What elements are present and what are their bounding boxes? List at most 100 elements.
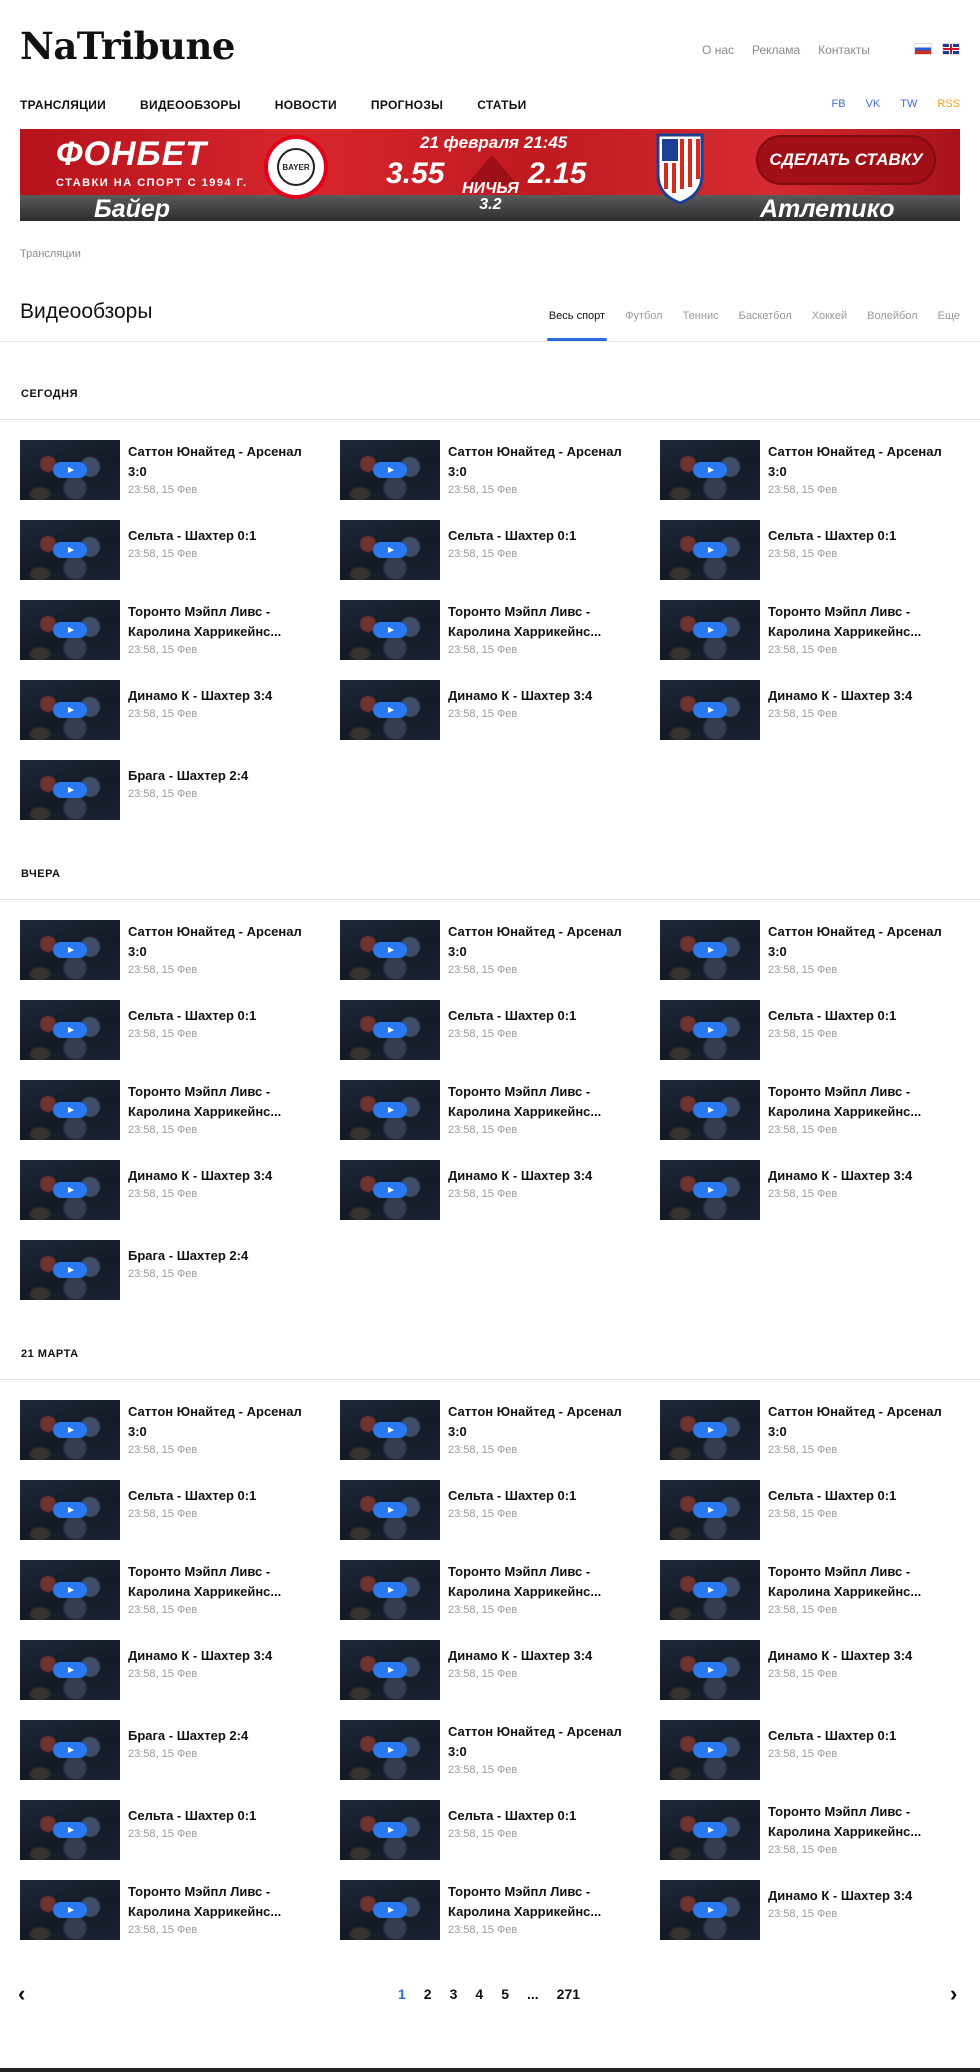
rss-link[interactable]: RSS [937,98,960,110]
play-icon[interactable] [53,702,87,718]
video-item[interactable]: Динамо К - Шахтер 3:4 23:58, 15 Фев [340,1160,640,1220]
chevron-left-icon[interactable]: ‹ [18,1983,25,2005]
play-icon[interactable] [53,1262,87,1278]
ru-flag-icon[interactable] [914,43,932,55]
video-thumbnail[interactable] [20,760,120,820]
uk-flag-icon[interactable] [942,43,960,55]
video-item[interactable]: Саттон Юнайтед - Арсенал 3:0 23:58, 15 Фе… [340,440,640,500]
video-item[interactable]: Торонто Мэйпл Ливс - Каролина Харрикейнс… [20,600,320,660]
video-thumbnail[interactable] [20,1480,120,1540]
video-title[interactable]: Динамо К - Шахтер 3:4 [768,1646,958,1666]
play-icon[interactable] [53,1502,87,1518]
play-icon[interactable] [53,622,87,638]
video-item[interactable]: Саттон Юнайтед - Арсенал 3:0 23:58, 15 Фе… [20,440,320,500]
play-icon[interactable] [373,1582,407,1598]
video-thumbnail[interactable] [660,1080,760,1140]
video-title[interactable]: Саттон Юнайтед - Арсенал 3:0 [128,922,318,962]
page-link[interactable]: 3 [450,1986,458,2002]
video-item[interactable]: Саттон Юнайтед - Арсенал 3:0 23:58, 15 Фе… [660,1400,960,1460]
video-item[interactable]: Сельта - Шахтер 0:1 23:58, 15 Фев [660,1480,960,1540]
video-title[interactable]: Динамо К - Шахтер 3:4 [128,686,318,706]
video-title[interactable]: Саттон Юнайтед - Арсенал 3:0 [448,922,638,962]
chevron-right-icon[interactable]: › [950,1983,957,2005]
play-icon[interactable] [373,542,407,558]
play-icon[interactable] [53,1102,87,1118]
video-thumbnail[interactable] [660,1560,760,1620]
video-item[interactable]: Динамо К - Шахтер 3:4 23:58, 15 Фев [20,1160,320,1220]
video-thumbnail[interactable] [20,440,120,500]
video-title[interactable]: Сельта - Шахтер 0:1 [768,1486,958,1506]
play-icon[interactable] [53,1582,87,1598]
play-icon[interactable] [693,1022,727,1038]
video-thumbnail[interactable] [660,1400,760,1460]
page-link[interactable]: 2 [424,1986,432,2002]
video-item[interactable]: Динамо К - Шахтер 3:4 23:58, 15 Фев [660,1640,960,1700]
video-item[interactable]: Динамо К - Шахтер 3:4 23:58, 15 Фев [660,1160,960,1220]
video-title[interactable]: Брага - Шахтер 2:4 [128,1726,318,1746]
play-icon[interactable] [373,942,407,958]
video-title[interactable]: Торонто Мэйпл Ливс - Каролина Харрикейнс… [128,1082,318,1122]
contacts-link[interactable]: Контакты [818,43,870,57]
video-thumbnail[interactable] [340,1640,440,1700]
video-thumbnail[interactable] [340,1720,440,1780]
video-title[interactable]: Брага - Шахтер 2:4 [128,1246,318,1266]
video-title[interactable]: Торонто Мэйпл Ливс - Каролина Харрикейнс… [448,1562,638,1602]
play-icon[interactable] [373,1022,407,1038]
video-thumbnail[interactable] [20,1000,120,1060]
video-title[interactable]: Торонто Мэйпл Ливс - Каролина Харрикейнс… [128,602,318,642]
play-icon[interactable] [693,1662,727,1678]
nav-item-broadcasts[interactable]: Трансляции [20,98,106,112]
tab-football[interactable]: Футбол [625,310,663,341]
video-title[interactable]: Торонто Мэйпл Ливс - Каролина Харрикейнс… [448,1882,638,1922]
video-item[interactable]: Торонто Мэйпл Ливс - Каролина Харрикейнс… [660,1080,960,1140]
video-item[interactable]: Торонто Мэйпл Ливс - Каролина Харрикейнс… [340,1560,640,1620]
nav-item-video-reviews[interactable]: Видеообзоры [140,98,241,112]
play-icon[interactable] [693,1102,727,1118]
video-title[interactable]: Саттон Юнайтед - Арсенал 3:0 [448,1722,638,1762]
video-thumbnail[interactable] [340,1000,440,1060]
video-item[interactable]: Динамо К - Шахтер 3:4 23:58, 15 Фев [340,680,640,740]
video-thumbnail[interactable] [660,1480,760,1540]
play-icon[interactable] [693,1422,727,1438]
play-icon[interactable] [53,782,87,798]
video-thumbnail[interactable] [20,520,120,580]
video-item[interactable]: Торонто Мэйпл Ливс - Каролина Харрикейнс… [340,1880,640,1940]
play-icon[interactable] [693,1742,727,1758]
video-thumbnail[interactable] [20,1800,120,1860]
video-title[interactable]: Сельта - Шахтер 0:1 [768,1006,958,1026]
video-thumbnail[interactable] [20,1720,120,1780]
breadcrumb[interactable]: Трансляции [20,248,81,260]
video-thumbnail[interactable] [660,520,760,580]
video-thumbnail[interactable] [20,600,120,660]
play-icon[interactable] [373,1662,407,1678]
video-item[interactable]: Динамо К - Шахтер 3:4 23:58, 15 Фев [660,1880,960,1940]
play-icon[interactable] [373,1822,407,1838]
play-icon[interactable] [53,1742,87,1758]
play-icon[interactable] [693,622,727,638]
video-item[interactable]: Сельта - Шахтер 0:1 23:58, 15 Фев [340,1000,640,1060]
video-title[interactable]: Динамо К - Шахтер 3:4 [128,1166,318,1186]
play-icon[interactable] [53,1422,87,1438]
video-title[interactable]: Сельта - Шахтер 0:1 [128,1486,318,1506]
video-thumbnail[interactable] [660,920,760,980]
video-item[interactable]: Сельта - Шахтер 0:1 23:58, 15 Фев [660,520,960,580]
video-title[interactable]: Торонто Мэйпл Ливс - Каролина Харрикейнс… [768,1082,958,1122]
tab-basketball[interactable]: Баскетбол [739,310,792,341]
video-item[interactable]: Саттон Юнайтед - Арсенал 3:0 23:58, 15 Фе… [660,440,960,500]
video-item[interactable]: Сельта - Шахтер 0:1 23:58, 15 Фев [20,520,320,580]
video-thumbnail[interactable] [660,440,760,500]
video-item[interactable]: Сельта - Шахтер 0:1 23:58, 15 Фев [20,1000,320,1060]
video-thumbnail[interactable] [340,1080,440,1140]
video-title[interactable]: Динамо К - Шахтер 3:4 [768,686,958,706]
video-item[interactable]: Торонто Мэйпл Ливс - Каролина Харрикейнс… [660,600,960,660]
site-logo[interactable]: NaTribune [20,24,235,68]
video-item[interactable]: Брага - Шахтер 2:4 23:58, 15 Фев [20,760,320,820]
video-thumbnail[interactable] [340,1480,440,1540]
video-title[interactable]: Динамо К - Шахтер 3:4 [448,1166,638,1186]
play-icon[interactable] [693,1182,727,1198]
play-icon[interactable] [53,1662,87,1678]
page-link[interactable]: 5 [501,1986,509,2002]
video-title[interactable]: Сельта - Шахтер 0:1 [448,1006,638,1026]
video-thumbnail[interactable] [340,1560,440,1620]
nav-item-predictions[interactable]: Прогнозы [371,98,443,112]
